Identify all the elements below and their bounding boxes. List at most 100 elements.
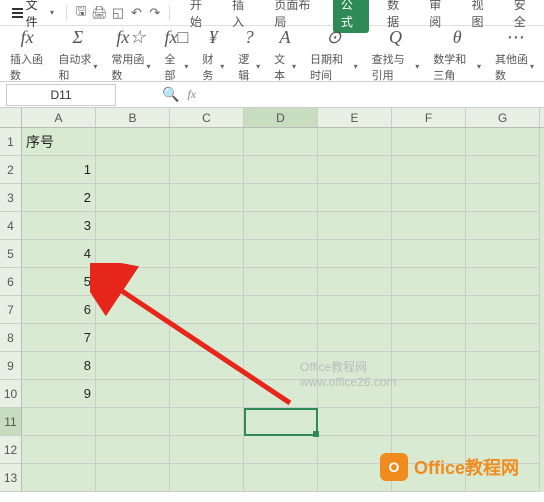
cell-G4[interactable] xyxy=(466,212,540,240)
select-all-corner[interactable] xyxy=(0,108,22,127)
cell-C3[interactable] xyxy=(170,184,244,212)
ribbon-group-7[interactable]: ⊙日期和时间▾ xyxy=(304,23,364,85)
cell-C8[interactable] xyxy=(170,324,244,352)
cell-F3[interactable] xyxy=(392,184,466,212)
ribbon-group-5[interactable]: ?逻辑▾ xyxy=(232,23,266,85)
cell-A7[interactable]: 6 xyxy=(22,296,96,324)
ribbon-group-3[interactable]: fx□全部▾ xyxy=(158,23,194,85)
cell-D1[interactable] xyxy=(244,128,318,156)
cell-F2[interactable] xyxy=(392,156,466,184)
row-header-11[interactable]: 11 xyxy=(0,408,22,436)
cell-D11[interactable] xyxy=(244,408,318,436)
cell-G2[interactable] xyxy=(466,156,540,184)
cell-B5[interactable] xyxy=(96,240,170,268)
cell-C10[interactable] xyxy=(170,380,244,408)
cell-E4[interactable] xyxy=(318,212,392,240)
cell-D4[interactable] xyxy=(244,212,318,240)
cell-G9[interactable] xyxy=(466,352,540,380)
column-header-B[interactable]: B xyxy=(96,108,170,127)
cell-D5[interactable] xyxy=(244,240,318,268)
row-header-1[interactable]: 1 xyxy=(0,128,22,156)
cell-E11[interactable] xyxy=(318,408,392,436)
cell-F8[interactable] xyxy=(392,324,466,352)
column-header-D[interactable]: D xyxy=(244,108,318,127)
cell-C5[interactable] xyxy=(170,240,244,268)
cell-D2[interactable] xyxy=(244,156,318,184)
cell-B9[interactable] xyxy=(96,352,170,380)
cell-E7[interactable] xyxy=(318,296,392,324)
cell-C6[interactable] xyxy=(170,268,244,296)
cell-C2[interactable] xyxy=(170,156,244,184)
cell-B4[interactable] xyxy=(96,212,170,240)
cell-D6[interactable] xyxy=(244,268,318,296)
cell-A5[interactable]: 4 xyxy=(22,240,96,268)
cell-A3[interactable]: 2 xyxy=(22,184,96,212)
cell-A12[interactable] xyxy=(22,436,96,464)
row-header-3[interactable]: 3 xyxy=(0,184,22,212)
ribbon-group-10[interactable]: ⋯其他函数▾ xyxy=(489,23,540,85)
cell-G8[interactable] xyxy=(466,324,540,352)
cell-B3[interactable] xyxy=(96,184,170,212)
cell-C7[interactable] xyxy=(170,296,244,324)
column-header-G[interactable]: G xyxy=(466,108,540,127)
cell-B2[interactable] xyxy=(96,156,170,184)
cell-A9[interactable]: 8 xyxy=(22,352,96,380)
column-header-F[interactable]: F xyxy=(392,108,466,127)
cell-F11[interactable] xyxy=(392,408,466,436)
ribbon-group-8[interactable]: Q查找与引用▾ xyxy=(366,23,426,85)
cell-F1[interactable] xyxy=(392,128,466,156)
cell-F4[interactable] xyxy=(392,212,466,240)
cell-D3[interactable] xyxy=(244,184,318,212)
cell-F9[interactable] xyxy=(392,352,466,380)
spreadsheet-grid[interactable]: ABCDEFG Office教程网 www.office26.com O Off… xyxy=(0,108,544,492)
column-header-E[interactable]: E xyxy=(318,108,392,127)
cell-F6[interactable] xyxy=(392,268,466,296)
cell-A4[interactable]: 3 xyxy=(22,212,96,240)
cell-C11[interactable] xyxy=(170,408,244,436)
cell-A11[interactable] xyxy=(22,408,96,436)
cell-A10[interactable]: 9 xyxy=(22,380,96,408)
fx-icon[interactable]: fx xyxy=(187,87,196,102)
cell-G7[interactable] xyxy=(466,296,540,324)
save-icon[interactable]: 🖫 xyxy=(73,4,89,22)
ribbon-group-0[interactable]: fx插入函数 xyxy=(4,23,50,85)
cell-C4[interactable] xyxy=(170,212,244,240)
cell-E2[interactable] xyxy=(318,156,392,184)
row-header-6[interactable]: 6 xyxy=(0,268,22,296)
cell-C1[interactable] xyxy=(170,128,244,156)
cell-G3[interactable] xyxy=(466,184,540,212)
column-header-A[interactable]: A xyxy=(22,108,96,127)
cell-G6[interactable] xyxy=(466,268,540,296)
cell-D12[interactable] xyxy=(244,436,318,464)
ribbon-group-4[interactable]: ¥财务▾ xyxy=(196,23,230,85)
cell-B13[interactable] xyxy=(96,464,170,492)
print-icon[interactable]: 🖨 xyxy=(91,4,108,22)
cell-B7[interactable] xyxy=(96,296,170,324)
cell-E8[interactable] xyxy=(318,324,392,352)
cell-E1[interactable] xyxy=(318,128,392,156)
cell-E3[interactable] xyxy=(318,184,392,212)
cell-A1[interactable]: 序号 xyxy=(22,128,96,156)
cell-D7[interactable] xyxy=(244,296,318,324)
cell-G11[interactable] xyxy=(466,408,540,436)
cell-G1[interactable] xyxy=(466,128,540,156)
cell-C13[interactable] xyxy=(170,464,244,492)
ribbon-group-1[interactable]: Σ自动求和▾ xyxy=(52,23,103,85)
cell-B6[interactable] xyxy=(96,268,170,296)
cell-A13[interactable] xyxy=(22,464,96,492)
cell-C9[interactable] xyxy=(170,352,244,380)
name-box[interactable]: D11 xyxy=(6,84,116,106)
cell-B1[interactable] xyxy=(96,128,170,156)
redo-icon[interactable]: ↷ xyxy=(147,4,163,22)
cell-B11[interactable] xyxy=(96,408,170,436)
cell-F5[interactable] xyxy=(392,240,466,268)
cell-A6[interactable]: 5 xyxy=(22,268,96,296)
row-header-10[interactable]: 10 xyxy=(0,380,22,408)
row-header-9[interactable]: 9 xyxy=(0,352,22,380)
row-header-2[interactable]: 2 xyxy=(0,156,22,184)
cell-G5[interactable] xyxy=(466,240,540,268)
cell-F7[interactable] xyxy=(392,296,466,324)
row-header-7[interactable]: 7 xyxy=(0,296,22,324)
ribbon-group-2[interactable]: fx☆常用函数▾ xyxy=(105,23,156,85)
cell-G10[interactable] xyxy=(466,380,540,408)
